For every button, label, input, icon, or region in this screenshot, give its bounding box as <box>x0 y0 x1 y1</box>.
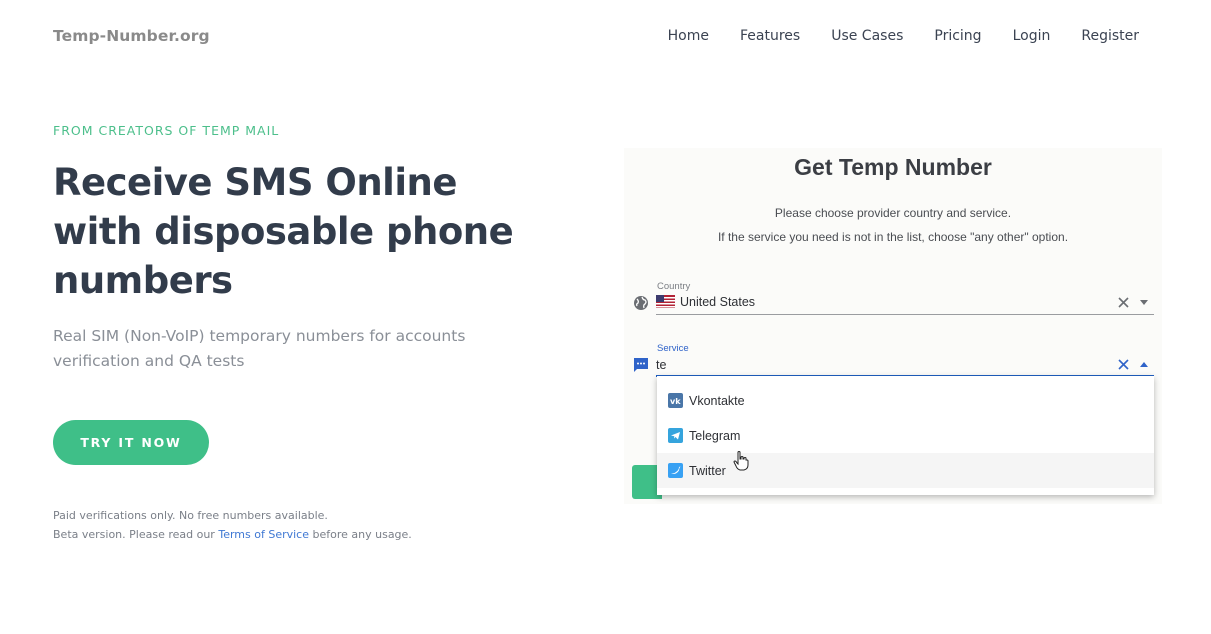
hand-cursor-icon <box>733 451 749 471</box>
brand-logo[interactable]: Temp-Number.org <box>53 27 210 45</box>
us-flag-icon <box>656 295 675 308</box>
option-telegram[interactable]: Telegram <box>657 418 1154 453</box>
nav-home[interactable]: Home <box>668 28 709 44</box>
message-icon <box>634 358 648 372</box>
subtitle-line-1: Real SIM (Non-VoIP) temporary numbers fo… <box>53 327 466 345</box>
note-suffix: before any usage. <box>312 528 412 541</box>
option-vkontakte[interactable]: vk Vkontakte <box>657 383 1154 418</box>
country-select[interactable]: United States <box>656 292 1154 314</box>
terms-of-service-link[interactable]: Terms of Service <box>218 528 309 541</box>
widget-title: Get Temp Number <box>794 154 992 180</box>
country-label: Country <box>657 281 691 292</box>
nav-register[interactable]: Register <box>1081 28 1139 44</box>
note-line-1: Paid verifications only. No free numbers… <box>53 509 328 522</box>
service-input[interactable] <box>656 356 1096 374</box>
option-label: Telegram <box>689 428 741 443</box>
subtitle-line-2: verification and QA tests <box>53 352 245 370</box>
option-twitter[interactable]: Twitter <box>657 453 1154 488</box>
nav-use-cases[interactable]: Use Cases <box>831 28 903 44</box>
svg-text:vk: vk <box>670 397 681 406</box>
chevron-down-icon[interactable] <box>1140 300 1148 305</box>
hero-headline: Receive SMS Online with disposable phone… <box>53 158 523 305</box>
country-underline <box>656 314 1154 315</box>
country-value: United States <box>680 295 756 309</box>
service-dropdown: vk Vkontakte Telegram Twitter <box>657 376 1154 495</box>
headline-line-3: numbers <box>53 259 233 302</box>
service-label: Service <box>657 343 689 354</box>
widget-desc-line-1: Please choose provider country and servi… <box>774 206 1012 220</box>
note-prefix: Beta version. Please read our <box>53 528 215 541</box>
hero-subtitle: Real SIM (Non-VoIP) temporary numbers fo… <box>53 324 483 374</box>
nav-login[interactable]: Login <box>1013 28 1051 44</box>
headline-line-1: Receive SMS Online <box>53 161 457 204</box>
nav-pricing[interactable]: Pricing <box>934 28 981 44</box>
option-label: Vkontakte <box>689 393 745 408</box>
chevron-up-icon[interactable] <box>1140 362 1148 367</box>
twitter-icon <box>668 463 683 478</box>
clear-service-icon[interactable] <box>1118 359 1129 370</box>
try-it-now-button[interactable]: TRY IT NOW <box>53 420 209 465</box>
telegram-icon <box>668 428 683 443</box>
hero-eyebrow: FROM CREATORS OF TEMP MAIL <box>53 123 280 138</box>
globe-icon <box>634 296 648 310</box>
note-line-2: Beta version. Please read our Terms of S… <box>53 525 412 544</box>
clear-country-icon[interactable] <box>1118 297 1129 308</box>
nav-features[interactable]: Features <box>740 28 800 44</box>
main-nav: Home Features Use Cases Pricing Login Re… <box>668 28 1139 44</box>
beta-note: Paid verifications only. No free numbers… <box>53 506 412 544</box>
widget-desc-line-2: If the service you need is not in the li… <box>717 230 1069 244</box>
vk-icon: vk <box>668 393 683 408</box>
option-label: Twitter <box>689 463 726 478</box>
headline-line-2: with disposable phone <box>53 210 514 253</box>
